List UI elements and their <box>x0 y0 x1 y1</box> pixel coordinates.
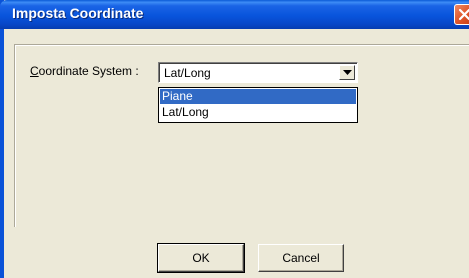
chevron-down-icon <box>343 70 352 75</box>
ok-button[interactable]: OK <box>157 243 245 273</box>
option-piane[interactable]: Piane <box>160 89 356 104</box>
dialog-window: Imposta Coordinate <box>0 0 469 278</box>
cancel-button[interactable]: Cancel <box>258 244 344 272</box>
select-value: Lat/Long <box>164 66 211 80</box>
coordinate-system-label: Coordinate System : <box>30 64 139 78</box>
option-lat-long[interactable]: Lat/Long <box>160 105 356 120</box>
close-icon <box>458 8 469 21</box>
accelerator-key: C <box>30 64 39 78</box>
close-button[interactable] <box>454 4 469 25</box>
label-text: oordinate System : <box>38 64 139 78</box>
coordinate-system-select[interactable]: Lat/Long <box>158 62 358 83</box>
dropdown-list: Piane Lat/Long <box>158 87 358 123</box>
title-bar[interactable]: Imposta Coordinate <box>0 0 469 29</box>
dropdown-arrow-button[interactable] <box>339 65 355 80</box>
window-title: Imposta Coordinate <box>12 5 144 21</box>
